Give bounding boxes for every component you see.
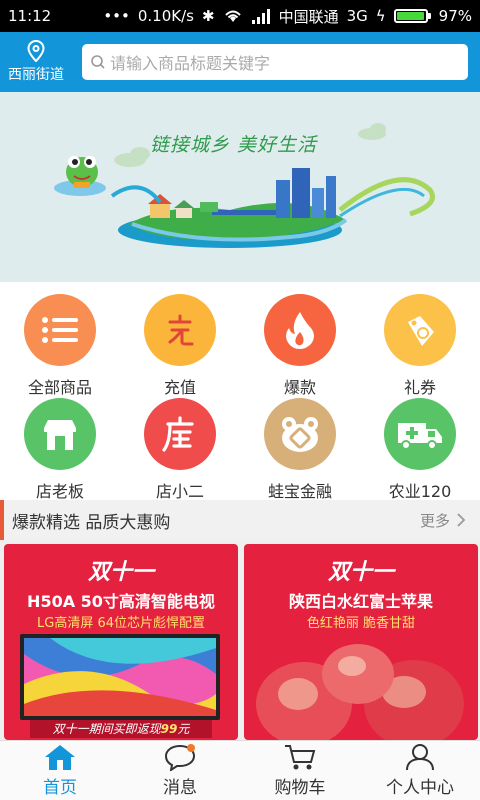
card-subtitle: LG高清屏 64位芯片彪悍配置 — [37, 616, 205, 631]
tv-image — [20, 634, 220, 720]
search-icon — [91, 55, 105, 69]
status-right: ••• 0.10K/s ✱ 中国联通 3G ϟ 97% — [103, 6, 472, 27]
category-label: 店小二 — [155, 482, 204, 501]
recharge-icon — [144, 294, 216, 366]
category-coupon[interactable]: 礼券 — [360, 294, 480, 398]
more-link[interactable]: 更多 — [420, 510, 466, 531]
ambulance-icon — [384, 398, 456, 470]
category-recharge[interactable]: 充值 — [120, 294, 240, 398]
network-type: 3G — [346, 7, 368, 25]
cart-icon — [285, 745, 316, 770]
category-label: 蛙宝金融 — [267, 482, 332, 501]
tab-label: 首页 — [43, 778, 77, 798]
category-label: 爆款 — [283, 378, 316, 397]
category-grid: 全部商品 充值 爆款 礼券 店老板 店小二 蛙宝金融 农业120 — [0, 282, 480, 502]
list-icon — [24, 294, 96, 366]
location-button[interactable]: 西丽街道 — [0, 32, 72, 92]
flame-icon — [264, 294, 336, 366]
product-cards: 双十一 H50A 50寸高清智能电视 LG高清屏 64位芯片彪悍配置 双十一期间… — [0, 540, 480, 740]
promo-banner[interactable]: 链接城乡 美好生活 — [0, 92, 480, 282]
coupon-icon — [384, 294, 456, 366]
network-speed: 0.10K/s — [137, 7, 194, 25]
category-agriculture-120[interactable]: 农业120 — [360, 398, 480, 502]
top-bar: 西丽街道 请输入商品标题关键字 — [0, 32, 480, 92]
category-store-owner[interactable]: 店老板 — [0, 398, 120, 502]
category-hot[interactable]: 爆款 — [240, 294, 360, 398]
card-footer-unit: 元 — [177, 722, 190, 736]
shop-assistant-icon — [144, 398, 216, 470]
tab-label: 个人中心 — [386, 778, 454, 798]
tab-label: 消息 — [163, 778, 197, 798]
product-card-apple[interactable]: 双十一 陕西白水红富士苹果 色红艳丽 脆香甘甜 — [244, 544, 478, 740]
card-subtitle: 色红艳丽 脆香甘甜 — [306, 616, 416, 631]
frog-finance-icon — [264, 398, 336, 470]
banner-slogan: 链接城乡 美好生活 — [150, 134, 318, 156]
search-placeholder: 请输入商品标题关键字 — [110, 54, 271, 73]
card-title: H50A 50寸高清智能电视 — [27, 592, 215, 611]
category-all-products[interactable]: 全部商品 — [0, 294, 120, 398]
category-shop-assistant[interactable]: 店小二 — [120, 398, 240, 502]
card-brand: 双十一 — [327, 560, 394, 585]
card-title: 陕西白水红富士苹果 — [288, 592, 433, 611]
category-frog-finance[interactable]: 蛙宝金融 — [240, 398, 360, 502]
battery-icon — [393, 9, 431, 23]
frog-mascot-icon — [54, 156, 106, 196]
dots-icon: ••• — [103, 7, 130, 25]
category-label: 充值 — [163, 378, 196, 397]
section-header: 爆款精选 品质大惠购 更多 — [0, 500, 480, 540]
card-brand: 双十一 — [87, 560, 154, 585]
battery-percent: 97% — [438, 7, 472, 25]
status-bar: 11:12 ••• 0.10K/s ✱ 中国联通 3G ϟ 97% — [0, 0, 480, 32]
bluetooth-icon: ✱ — [201, 7, 215, 25]
wifi-icon — [224, 10, 241, 22]
tab-profile[interactable]: 个人中心 — [360, 741, 480, 800]
user-icon — [406, 744, 434, 771]
card-footer-text: 双十一期间买即返现 — [52, 722, 161, 736]
carrier-name: 中国联通 — [278, 7, 339, 26]
charging-icon: ϟ — [375, 7, 386, 25]
category-label: 礼券 — [403, 378, 436, 397]
bottom-tab-bar: 首页 消息 购物车 个人中心 — [0, 740, 480, 800]
category-label: 店老板 — [35, 482, 84, 501]
apple-image — [256, 644, 464, 740]
status-time: 11:12 — [8, 7, 52, 25]
category-label: 农业120 — [388, 482, 452, 501]
section-title: 爆款精选 品质大惠购 — [12, 512, 171, 533]
tab-home[interactable]: 首页 — [0, 741, 120, 800]
signal-icon — [251, 9, 270, 24]
chevron-right-icon — [457, 513, 466, 527]
location-label: 西丽街道 — [8, 67, 64, 83]
product-card-tv[interactable]: 双十一 H50A 50寸高清智能电视 LG高清屏 64位芯片彪悍配置 双十一期间… — [4, 544, 238, 740]
category-label: 全部商品 — [27, 378, 92, 397]
tab-messages[interactable]: 消息 — [120, 741, 240, 800]
banner-illustration — [54, 123, 435, 248]
card-footer: 双十一期间买即返现99元 — [30, 720, 212, 738]
card-footer-value: 99 — [160, 722, 178, 736]
tab-label: 购物车 — [274, 778, 326, 798]
message-icon — [164, 744, 196, 771]
store-icon — [24, 398, 96, 470]
search-input[interactable]: 请输入商品标题关键字 — [82, 44, 468, 80]
more-label: 更多 — [419, 511, 450, 530]
tab-cart[interactable]: 购物车 — [240, 741, 360, 800]
location-pin-icon — [27, 40, 45, 62]
home-icon — [45, 745, 75, 770]
